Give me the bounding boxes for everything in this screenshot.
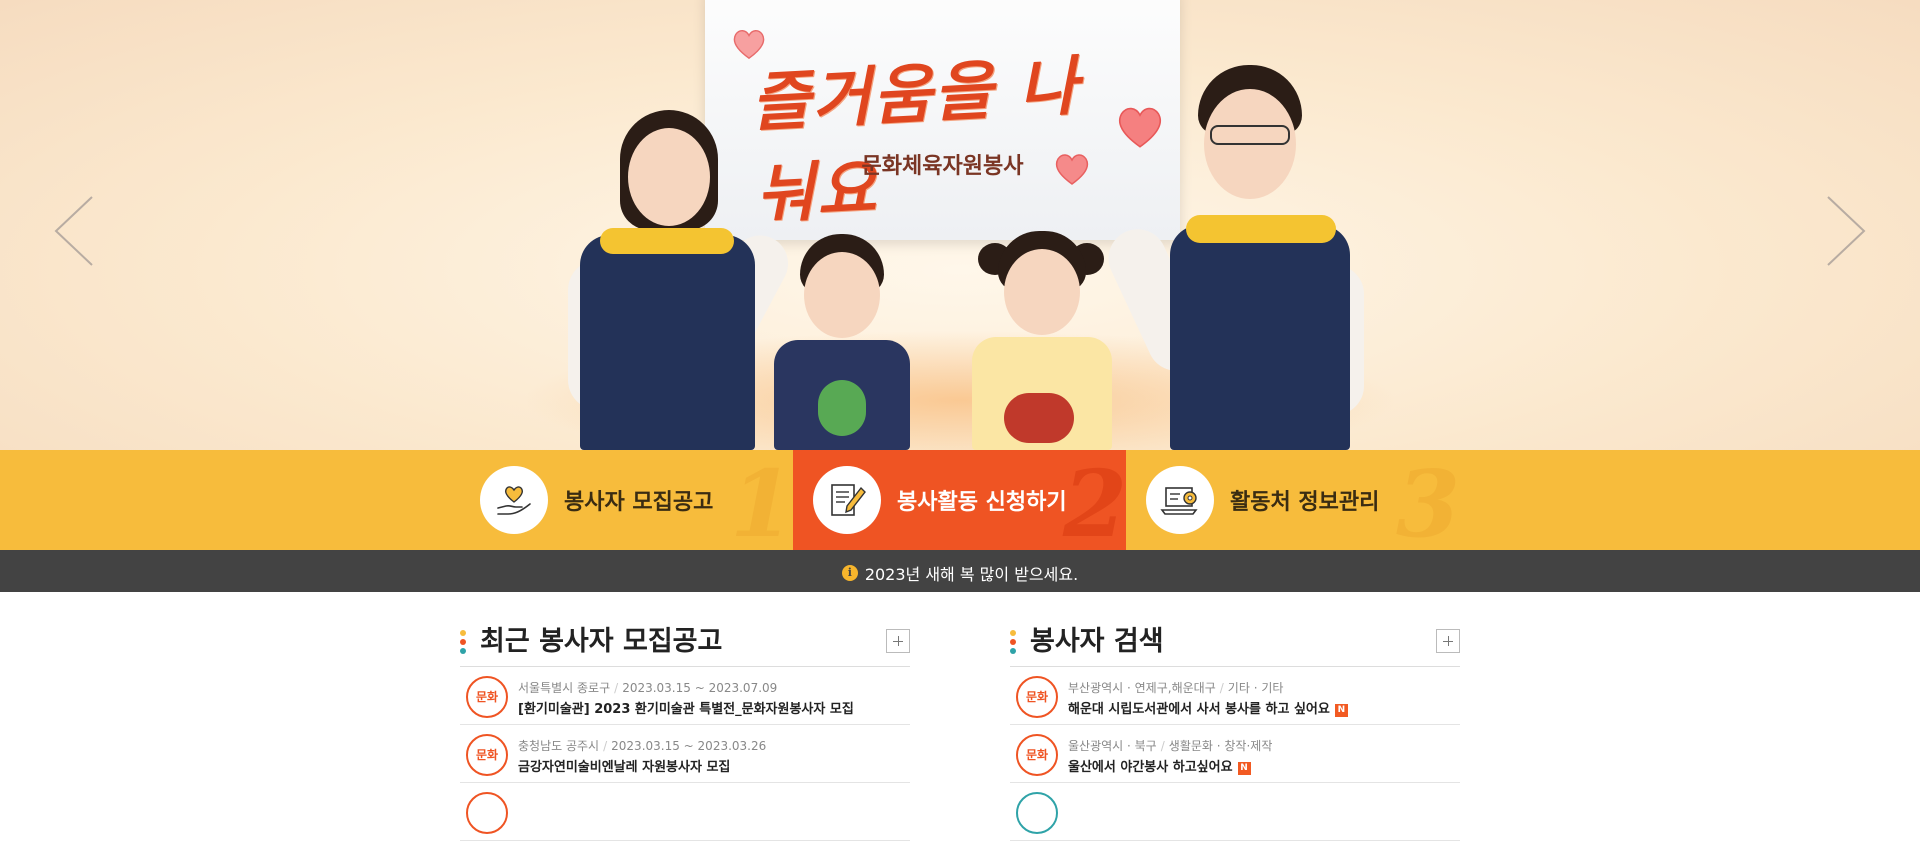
hero-banner: 즐거움을 나눠요 문화체육자원봉사 (0, 0, 1920, 450)
item-meta: 서울특별시 종로구/2023.03.15 ~ 2023.07.09 (518, 681, 778, 695)
form-pencil-icon (813, 466, 881, 534)
item-title-text: 울산에서 야간봉사 하고싶어요 (1068, 760, 1233, 775)
item-period: 2023.03.15 ~ 2023.07.09 (622, 681, 778, 695)
list-item[interactable]: 문화 부산광역시 · 연제구,해운대구 / 기타 · 기타 해운대 시립도서관에서 … (1010, 667, 1460, 725)
quick-menu-apply[interactable]: 봉사활동 신청하기 2 (793, 450, 1128, 558)
bullet-dots-icon (1010, 630, 1016, 657)
heart-hand-icon (480, 466, 548, 534)
hero-title: 즐거움을 나눠요 (749, 48, 1082, 233)
more-button[interactable] (1436, 629, 1460, 653)
category-badge: 문화 (466, 676, 508, 718)
more-button[interactable] (886, 629, 910, 653)
quick-menu-recruit[interactable]: 봉사자 모집공고 1 (460, 450, 795, 558)
quick-menu-number: 1 (730, 450, 795, 558)
heart-icon (1055, 154, 1089, 185)
item-meta: 부산광역시 · 연제구,해운대구 / 기타 · 기타 (1068, 681, 1284, 695)
section-header: 봉사자 검색 (1010, 615, 1460, 667)
quick-menu-label: 봉사활동 신청하기 (897, 490, 1067, 515)
quick-menu-label: 봉사자 모집공고 (564, 490, 714, 515)
volunteer-man-figure (1099, 65, 1370, 450)
notice-bar: i 2023년 새해 복 많이 받으세요. (0, 550, 1920, 592)
item-title: 금강자연미술비엔날레 자원봉사자 모집 (518, 760, 731, 775)
list-item-partial[interactable] (460, 783, 910, 841)
item-title: 해운대 시립도서관에서 사서 봉사를 하고 싶어요 N (1068, 698, 1348, 717)
volunteer-search-section: 봉사자 검색 문화 부산광역시 · 연제구,해운대구 / 기타 · 기타 해운대 시… (1010, 615, 1460, 841)
new-badge: N (1237, 762, 1251, 775)
item-region: 울산광역시 · 북구 (1068, 739, 1157, 753)
quick-menu-number: 2 (1063, 450, 1128, 558)
heart-icon (733, 30, 765, 60)
chevron-right-icon[interactable] (1822, 195, 1868, 267)
section-header: 최근 봉사자 모집공고 (460, 615, 910, 667)
item-category: 생활문화 · 창작·제작 (1168, 739, 1273, 753)
item-region: 서울특별시 종로구 (518, 681, 611, 695)
category-badge: 문화 (1016, 676, 1058, 718)
quick-menu-number: 3 (1396, 450, 1461, 558)
category-badge-partial (466, 792, 508, 834)
info-icon: i (841, 565, 858, 581)
item-title-text: 해운대 시립도서관에서 사서 봉사를 하고 싶어요 (1068, 702, 1330, 717)
laptop-gear-icon (1146, 466, 1214, 534)
recent-recruits-section: 최근 봉사자 모집공고 문화 서울특별시 종로구/2023.03.15 ~ 20… (460, 615, 910, 841)
list-item[interactable]: 문화 울산광역시 · 북구 / 생활문화 · 창작·제작 울산에서 야간봉사 하고싶… (1010, 725, 1460, 783)
item-region: 충청남도 공주시 (518, 739, 600, 753)
new-badge: N (1334, 704, 1348, 717)
category-badge: 문화 (466, 734, 508, 776)
quick-menu-org-info[interactable]: 활동처 정보관리 3 (1126, 450, 1461, 558)
child-girl-figure (960, 225, 1120, 450)
item-region: 부산광역시 · 연제구,해운대구 (1068, 681, 1216, 695)
item-title: 울산에서 야간봉사 하고싶어요 N (1068, 756, 1251, 775)
list-item-partial[interactable] (1010, 783, 1460, 841)
list-item[interactable]: 문화 충청남도 공주시/2023.03.15 ~ 2023.03.26 금강자연… (460, 725, 910, 783)
item-meta: 충청남도 공주시/2023.03.15 ~ 2023.03.26 (518, 739, 767, 753)
notice-link[interactable]: i 2023년 새해 복 많이 받으세요. (841, 561, 1079, 585)
notice-text: 2023년 새해 복 많이 받으세요. (864, 565, 1079, 584)
section-title: 봉사자 검색 (1030, 626, 1164, 657)
category-badge-partial (1016, 792, 1058, 834)
section-title: 최근 봉사자 모집공고 (480, 626, 723, 657)
item-meta: 울산광역시 · 북구 / 생활문화 · 창작·제작 (1068, 739, 1273, 753)
category-badge: 문화 (1016, 734, 1058, 776)
chevron-left-icon[interactable] (52, 195, 98, 267)
quick-menu-bar: 봉사자 모집공고 1 봉사활동 신청하기 2 활동처 정보관리 3 (0, 450, 1920, 550)
quick-menu-label: 활동처 정보관리 (1230, 490, 1380, 515)
bullet-dots-icon (460, 630, 466, 657)
child-boy-figure (760, 230, 920, 450)
item-category: 기타 · 기타 (1227, 681, 1284, 695)
item-period: 2023.03.15 ~ 2023.03.26 (611, 739, 767, 753)
item-title: [환기미술관] 2023 환기미술관 특별전_문화자원봉사자 모집 (518, 702, 854, 717)
list-item[interactable]: 문화 서울특별시 종로구/2023.03.15 ~ 2023.07.09 [환기… (460, 667, 910, 725)
